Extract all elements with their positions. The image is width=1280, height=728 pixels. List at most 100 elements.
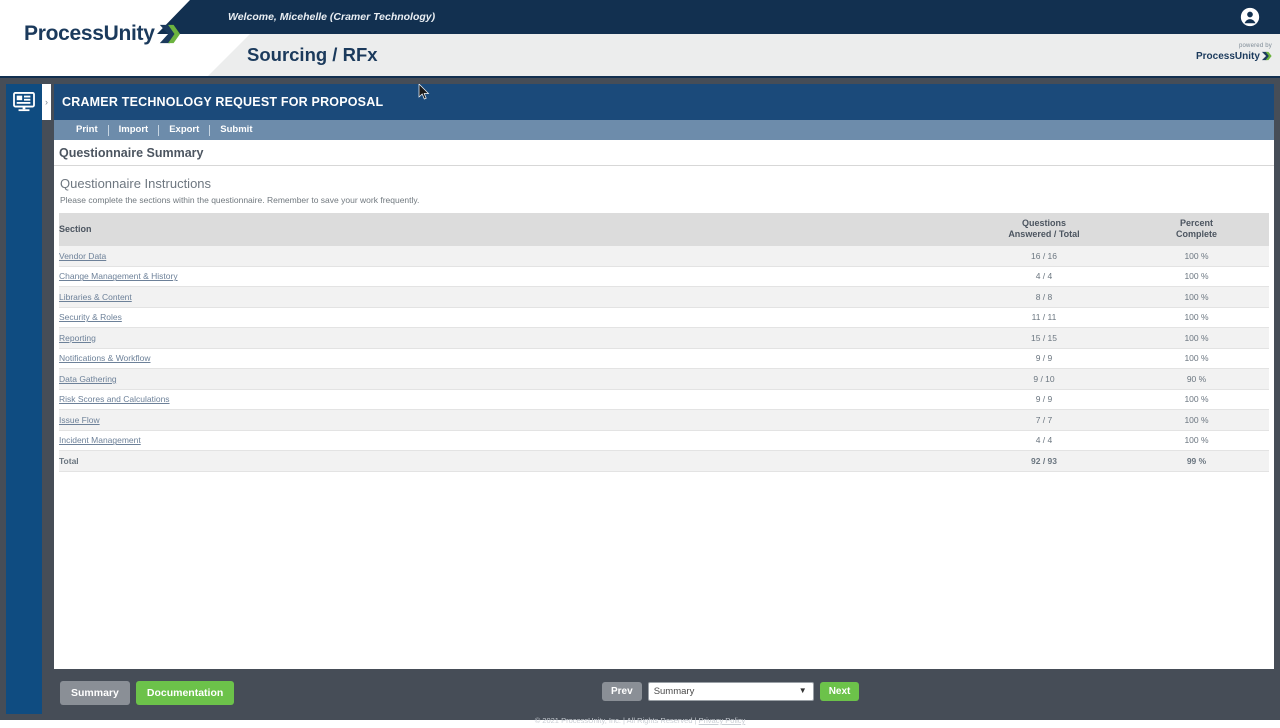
powered-by-label: powered by [1238, 43, 1272, 49]
cell-percent-complete: 100 % [1124, 348, 1269, 369]
table-total-row: Total 92 / 93 99 % [59, 450, 1269, 472]
cell-questions-answered-total: 11 / 11 [964, 307, 1124, 328]
table-row: Notifications & Workflow 9 / 9 100 % [59, 348, 1269, 369]
section-link[interactable]: Data Gathering [59, 374, 117, 384]
dashboard-monitor-icon [13, 92, 35, 112]
cell-questions-answered-total: 9 / 10 [964, 368, 1124, 390]
action-bar-nav-group: Prev Summary ▼ Next [602, 681, 860, 701]
summary-button[interactable]: Summary [60, 681, 130, 705]
cell-questions-answered-total: 4 / 4 [964, 266, 1124, 287]
page-title: Sourcing / RFx [247, 44, 378, 65]
section-link[interactable]: Notifications & Workflow [59, 353, 150, 363]
table-row: Vendor Data 16 / 16 100 % [59, 245, 1269, 267]
cell-percent-complete: 100 % [1124, 307, 1269, 328]
cell-section: Issue Flow [59, 409, 964, 431]
section-select[interactable]: Summary [647, 682, 814, 701]
banner-grey-band [208, 34, 1280, 76]
cell-percent-complete: 100 % [1124, 327, 1269, 349]
privacy-policy-link[interactable]: Privacy Policy [699, 716, 746, 725]
processunity-logo[interactable]: ProcessUnity [24, 22, 180, 46]
user-account-icon[interactable] [1240, 7, 1260, 27]
mouse-cursor [418, 84, 430, 100]
cell-percent-complete: 100 % [1124, 430, 1269, 451]
powered-brand-text: ProcessUnity [1196, 50, 1260, 62]
chevron-logo-icon [159, 24, 180, 44]
cell-percent-complete: 99 % [1124, 450, 1269, 472]
cell-section: Incident Management [59, 430, 964, 451]
cell-section: Vendor Data [59, 245, 964, 267]
cell-section: Total [59, 450, 964, 472]
questions-header-line1: Questions [1021, 218, 1066, 228]
toolbar-import-button[interactable]: Import [109, 120, 159, 140]
percent-header-line1: Percent [1179, 218, 1214, 228]
cell-questions-answered-total: 8 / 8 [964, 286, 1124, 308]
table-row: Libraries & Content 8 / 8 100 % [59, 286, 1269, 308]
next-button[interactable]: Next [819, 681, 860, 701]
cell-section: Change Management & History [59, 266, 964, 287]
instructions-block: Questionnaire Instructions Please comple… [54, 166, 1274, 213]
section-link[interactable]: Change Management & History [59, 271, 178, 281]
section-link[interactable]: Vendor Data [59, 251, 106, 261]
content-card: CRAMER TECHNOLOGY REQUEST FOR PROPOSAL P… [54, 84, 1274, 669]
table-row: Incident Management 4 / 4 100 % [59, 430, 1269, 451]
cell-questions-answered-total: 9 / 9 [964, 389, 1124, 410]
questionnaire-summary-table: Section Questions Answered / Total Perce… [59, 213, 1269, 472]
table-row: Reporting 15 / 15 100 % [59, 327, 1269, 349]
column-header-section: Section [59, 213, 964, 246]
section-link[interactable]: Libraries & Content [59, 292, 132, 302]
column-header-percent: Percent Complete [1124, 213, 1269, 246]
powered-by-block: powered by ProcessUnity [1196, 43, 1272, 62]
questions-header-line2: Answered / Total [1008, 229, 1080, 240]
cell-percent-complete: 100 % [1124, 266, 1269, 287]
copyright-text: © 2021 ProcessUnity, Inc. | All Rights R… [534, 716, 699, 725]
table-row: Risk Scores and Calculations 9 / 9 100 % [59, 389, 1269, 410]
section-link[interactable]: Reporting [59, 333, 96, 343]
sidebar-expand-toggle[interactable]: › [42, 84, 51, 120]
cell-section: Security & Roles [59, 307, 964, 328]
logo-text: ProcessUnity [24, 22, 155, 45]
table-row: Change Management & History 4 / 4 100 % [59, 266, 1269, 287]
toolbar-export-button[interactable]: Export [159, 120, 209, 140]
cell-percent-complete: 100 % [1124, 389, 1269, 410]
toolbar-submit-button[interactable]: Submit [210, 120, 262, 140]
instructions-heading: Questionnaire Instructions [60, 176, 212, 191]
left-sidebar [6, 84, 42, 714]
banner-dark-band [157, 0, 1280, 34]
table-row: Security & Roles 11 / 11 100 % [59, 307, 1269, 328]
percent-header-line2: Complete [1175, 229, 1217, 240]
cell-section: Reporting [59, 327, 964, 349]
section-link[interactable]: Security & Roles [59, 312, 122, 322]
instructions-text: Please complete the sections within the … [60, 195, 420, 205]
toolbar-print-button[interactable]: Print [66, 120, 108, 140]
cell-section: Data Gathering [59, 368, 964, 390]
table-head: Section Questions Answered / Total Perce… [59, 213, 1269, 246]
section-link[interactable]: Issue Flow [59, 415, 100, 425]
sidebar-item-dashboard[interactable] [6, 84, 42, 120]
chevron-logo-icon-small [1261, 51, 1272, 61]
questionnaire-summary-heading: Questionnaire Summary [59, 145, 204, 160]
documentation-button[interactable]: Documentation [135, 681, 235, 705]
action-bar-left-group: Summary Documentation [60, 681, 235, 705]
table-row: Data Gathering 9 / 10 90 % [59, 368, 1269, 390]
table-body: Vendor Data 16 / 16 100 % Change Management… [59, 245, 1269, 472]
card-header: CRAMER TECHNOLOGY REQUEST FOR PROPOSAL [54, 84, 1274, 120]
bottom-action-bar: Summary Documentation Prev Summary ▼ Nex… [54, 669, 1274, 715]
prev-button[interactable]: Prev [602, 681, 642, 701]
cell-percent-complete: 100 % [1124, 286, 1269, 308]
section-bar: Questionnaire Summary [54, 140, 1274, 166]
section-link[interactable]: Risk Scores and Calculations [59, 394, 170, 404]
cell-questions-answered-total: 7 / 7 [964, 409, 1124, 431]
powered-by-brand: ProcessUnity [1196, 50, 1272, 62]
cell-questions-answered-total: 9 / 9 [964, 348, 1124, 369]
cell-questions-answered-total: 15 / 15 [964, 327, 1124, 349]
section-link[interactable]: Incident Management [59, 435, 141, 445]
table-header-row: Section Questions Answered / Total Perce… [59, 213, 1269, 246]
welcome-text: Welcome, Micehelle (Cramer Technology) [228, 11, 436, 23]
cell-percent-complete: 100 % [1124, 245, 1269, 267]
cell-section: Libraries & Content [59, 286, 964, 308]
section-select-wrapper: Summary ▼ [647, 681, 814, 701]
cell-questions-answered-total: 4 / 4 [964, 430, 1124, 451]
chevron-right-icon: › [45, 97, 48, 107]
cell-questions-answered-total: 16 / 16 [964, 245, 1124, 267]
cell-section: Notifications & Workflow [59, 348, 964, 369]
